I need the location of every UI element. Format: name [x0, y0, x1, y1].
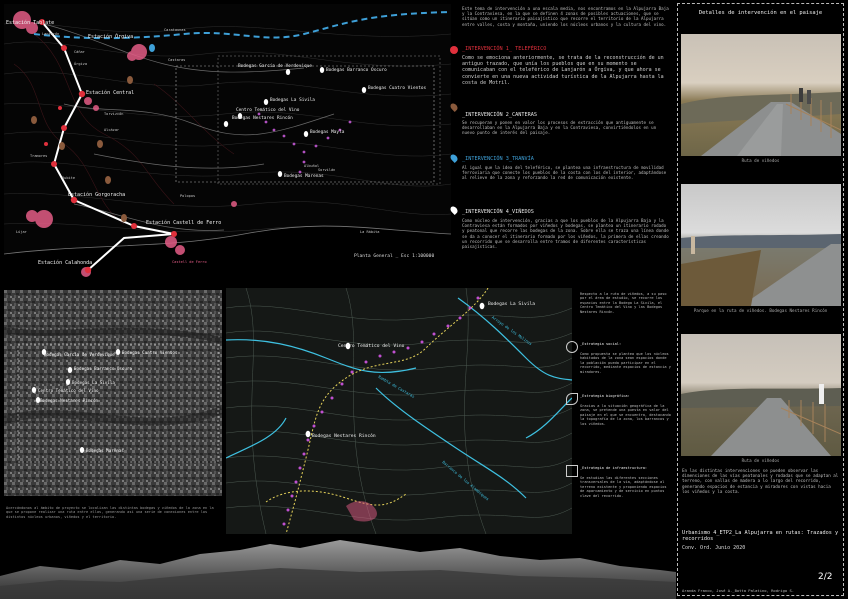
scale-label: Planta General _ Esc 1:100000	[354, 254, 435, 259]
town-label: La Rábita	[360, 230, 380, 234]
strategy-title: _Estrategia biográfica:	[580, 394, 630, 398]
station-label: Estación Castell de Ferro	[146, 220, 222, 226]
station-label: Estación Gorgoracha	[68, 192, 126, 198]
road-photo	[681, 34, 841, 156]
panel-title: Detalles de intervención en el paisaje	[698, 10, 823, 16]
station-label: Estación Tablate	[6, 20, 55, 26]
section-title: _INTERVENCIÓN 3_TRANVÍA	[462, 156, 534, 162]
main-map-svg	[4, 11, 451, 288]
strategy-title: _Estrategia de infraestructura:	[580, 466, 648, 470]
winery-label: Bodegas Nestares Rincón	[312, 434, 376, 439]
road-icon	[566, 465, 578, 477]
page-number: 2/2	[818, 572, 833, 582]
town-label: Cáñar	[74, 50, 85, 54]
section-title: _INTERVENCIÓN 2_CANTERAS	[462, 112, 537, 118]
town-label: Órgiva	[74, 62, 87, 66]
winery-label: Centro Temático del Vino	[236, 108, 300, 113]
winery-label: Bodegas Cuatro Vientos	[122, 350, 178, 355]
winery-label: Bodegas Nestares Rincón	[232, 116, 293, 121]
station-label: Estación Calahonda	[38, 260, 93, 266]
satellite-caption: Acercándonos al ámbito de proyecto se lo…	[6, 506, 214, 519]
section-text: Como núcleo de intervención, gracias a q…	[462, 218, 669, 250]
winery-label: Bodegas Barranco Oscuro	[326, 68, 387, 73]
town-label: Carataunas	[164, 28, 186, 32]
section-title: _INTERVENCIÓN 1_ TELEFÉRICO	[462, 46, 547, 52]
winery-label: Bodegas Nestares Rincón	[40, 398, 98, 403]
town-label: Albuñol	[304, 164, 320, 168]
strategy-text: Como propuesta se plantea que los núcleo…	[580, 352, 671, 374]
winery-label: Bodegas Marenas	[86, 448, 124, 453]
winery-label: Bodegas La Sivila	[270, 98, 315, 103]
winery-label: Bodegas García de Verdevique	[238, 64, 313, 69]
leaf-icon	[566, 393, 578, 405]
photo-caption: Ruta de viñedos	[741, 158, 780, 163]
winery-label: Bodegas García de Verdevique	[44, 352, 115, 357]
satellite-map: Bodegas García de Verdevique Bodegas Cua…	[4, 290, 222, 496]
winery-label: Bodegas Barranco Oscuro	[74, 366, 132, 371]
section-text: Al igual que la idea del teleférico, se …	[462, 165, 667, 181]
winery-label: Centro Temático del Vino	[338, 344, 405, 349]
town-label: Sorvilán	[318, 168, 336, 172]
project-title: Urbanismo 4_ETP2_La Alpujarra en rutas: …	[682, 530, 839, 543]
photo-caption: Parque en la ruta de viñedos. Bodegas Ne…	[693, 308, 828, 313]
winery-label: Bodegas Cuatro Vientos	[368, 86, 427, 91]
authors: Aranda Franco, José A._Botta Palatino, R…	[682, 588, 795, 593]
winery-label: Bodegas Mayla	[310, 130, 345, 135]
intro-text: Este tema de intervención a una escala m…	[462, 6, 669, 27]
strategy-text: Gracias a la situación geográfica de la …	[580, 404, 671, 426]
town-label: Alcázar	[104, 128, 120, 132]
winery-label: Bodegas La Sivila	[488, 302, 536, 307]
convocatoria: Conv. Ord. Junio 2020	[682, 545, 746, 551]
town-label: Rubite	[62, 176, 75, 180]
winery-label: Bodegas Marenas	[284, 174, 324, 179]
town-label: Torvizcón	[104, 112, 124, 116]
town-label: Lújar	[16, 230, 27, 234]
road-photo	[681, 334, 841, 456]
station-label: Estación Órgiva	[88, 34, 134, 40]
town-label: Castell de Ferro	[172, 260, 207, 264]
section-title: _INTERVENCIÓN 4_VIÑEDOS	[462, 209, 534, 215]
main-map: Estación Tablate Estación Órgiva Estació…	[4, 4, 451, 288]
strategy-text: Se estudian las diferentes secciones tra…	[580, 476, 667, 498]
section-text: Como se emociona anteriormente, se trata…	[462, 55, 664, 86]
right-panel: Detalles de intervención en el paisaje R…	[677, 3, 844, 596]
winery-label: Centro Temático del Vino	[38, 388, 99, 393]
strategies-intro: Respecto a la ruta de viñedos, a su paso…	[580, 292, 667, 314]
town-label: Polopos	[180, 194, 196, 198]
strategy-title: _Estrategia social:	[580, 342, 622, 346]
people-icon	[566, 341, 578, 353]
town-label: Castaras	[168, 58, 186, 62]
town-label: Lanjarón	[42, 32, 60, 36]
section-text: Se recuperan y ponen en valor los proces…	[462, 120, 657, 136]
road-photo	[681, 184, 841, 306]
station-label: Estación Central	[86, 90, 135, 96]
panel-footer-text: En las distintas intervenciones se puede…	[682, 468, 839, 494]
mountain-panorama	[0, 536, 676, 599]
photo-caption: Ruta de viñedos	[741, 458, 780, 463]
teleferico-icon	[450, 46, 458, 54]
winery-label: Bodegas La Sivila	[72, 380, 115, 385]
town-label: Tramores	[30, 154, 48, 158]
detail-map: Bodegas La Sivila Centro Temático del Vi…	[226, 288, 572, 534]
